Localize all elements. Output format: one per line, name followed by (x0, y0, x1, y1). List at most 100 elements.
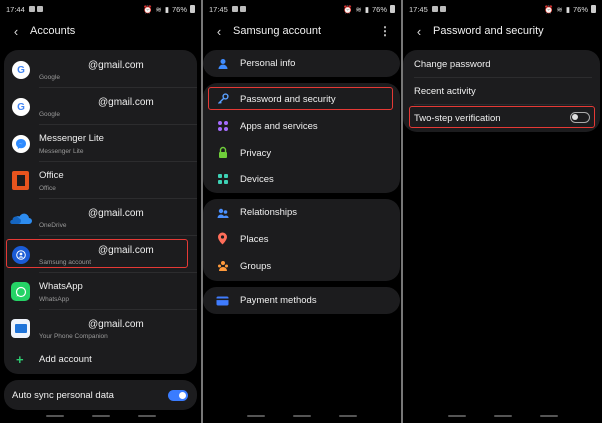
account-name: @gmail.com (98, 97, 154, 108)
change-password-item[interactable]: Change password (403, 50, 600, 77)
divider (39, 161, 197, 162)
item-label: Places (240, 234, 269, 245)
battery-level: 76% (572, 4, 588, 14)
header: ‹ Samsung account ⋮ (203, 20, 401, 42)
account-row-onedrive[interactable]: @gmail.com OneDrive (4, 202, 197, 235)
divider (39, 87, 197, 88)
plus-icon: + (16, 352, 24, 367)
item-label: Payment methods (240, 295, 317, 306)
account-row-your-phone-companion[interactable]: @gmail.com Your Phone Companion (4, 313, 197, 346)
alarm-icon: ⏰ (343, 4, 353, 14)
highlight-box (208, 87, 393, 110)
battery-level: 76% (171, 4, 187, 14)
groups-icon (216, 259, 229, 272)
wifi-icon: ≋ (155, 4, 162, 14)
settings-group-1: Personal info (203, 50, 400, 77)
account-row-whatsapp[interactable]: WhatsApp WhatsApp (4, 276, 197, 309)
personal-info-item[interactable]: Personal info (203, 50, 400, 77)
nav-bar (403, 415, 602, 421)
item-label: Privacy (240, 148, 272, 159)
devices-icon (216, 172, 229, 185)
payment-methods-item[interactable]: Payment methods (203, 287, 400, 314)
divider (39, 124, 197, 125)
account-name: Office (39, 170, 64, 181)
account-name: @gmail.com (88, 60, 144, 71)
back-arrow-icon[interactable]: ‹ (211, 24, 227, 39)
password-security-screen: 17:45 ⏰ ≋ ▮ 76% ‹ Password and security … (403, 0, 602, 423)
account-name: @gmail.com (88, 208, 144, 219)
alarm-icon: ⏰ (544, 4, 554, 14)
add-account-button[interactable]: + Add account (4, 350, 197, 370)
item-label: Devices (240, 174, 274, 185)
your-phone-icon (11, 319, 30, 338)
account-type: Your Phone Companion (39, 333, 108, 340)
wifi-icon: ≋ (355, 4, 362, 14)
groups-item[interactable]: Groups (203, 253, 400, 280)
recent-activity-item[interactable]: Recent activity (403, 77, 600, 104)
divider (39, 235, 197, 236)
accounts-list: G @gmail.com Google G @gmail.com Google … (4, 50, 197, 374)
samsung-account-screen: 17:45 ⏰ ≋ ▮ 76% ‹ Samsung account ⋮ Pers… (203, 0, 401, 423)
status-bar: 17:44 ⏰ ≋ ▮ 76% (6, 3, 195, 15)
back-arrow-icon[interactable]: ‹ (8, 24, 24, 39)
account-name: Messenger Lite (39, 133, 104, 144)
wifi-icon: ≋ (556, 4, 563, 14)
status-bar: 17:45 ⏰ ≋ ▮ 76% (409, 3, 596, 15)
add-account-label: Add account (39, 354, 92, 365)
alarm-icon: ⏰ (143, 4, 153, 14)
office-icon (12, 171, 29, 190)
places-item[interactable]: Places (203, 226, 400, 253)
lock-icon (216, 146, 229, 159)
messenger-icon (12, 135, 30, 153)
more-options-icon[interactable]: ⋮ (379, 24, 391, 38)
page-title: Samsung account (233, 25, 322, 37)
notification-icon (28, 6, 35, 12)
auto-sync-card: Auto sync personal data (4, 380, 197, 410)
accounts-screen: 17:44 ⏰ ≋ ▮ 76% ‹ Accounts G @gmail.com … (0, 0, 201, 423)
account-type: Office (39, 185, 56, 192)
onedrive-icon (10, 213, 32, 224)
divider (39, 272, 197, 273)
notification-icon (239, 6, 246, 12)
nav-bar (203, 415, 401, 421)
battery-icon (190, 5, 195, 13)
account-name: @gmail.com (88, 319, 144, 330)
status-time: 17:45 (209, 4, 228, 14)
account-row-google[interactable]: G @gmail.com Google (4, 54, 197, 87)
page-title: Password and security (433, 25, 544, 37)
relationships-item[interactable]: Relationships (203, 199, 400, 226)
back-arrow-icon[interactable]: ‹ (411, 24, 427, 39)
nav-bar (0, 415, 201, 421)
item-label: Recent activity (414, 86, 476, 97)
highlight-box (6, 239, 188, 268)
credit-card-icon (216, 294, 229, 307)
highlight-box (409, 106, 595, 128)
item-label: Apps and services (240, 121, 318, 132)
notification-icon (431, 6, 438, 12)
auto-sync-toggle[interactable] (168, 390, 188, 401)
settings-group-3: Relationships Places Groups (203, 199, 400, 281)
location-pin-icon (216, 232, 229, 245)
signal-icon: ▮ (364, 4, 369, 14)
privacy-item[interactable]: Privacy (203, 140, 400, 167)
account-type: WhatsApp (39, 296, 69, 303)
auto-sync-label: Auto sync personal data (12, 390, 114, 401)
notification-icon (36, 6, 43, 12)
devices-item[interactable]: Devices (203, 166, 400, 193)
notification-icon (231, 6, 238, 12)
account-row-office[interactable]: Office Office (4, 165, 197, 198)
settings-group-4: Payment methods (203, 287, 400, 314)
header: ‹ Accounts (0, 20, 201, 42)
account-row-messenger-lite[interactable]: Messenger Lite Messenger Lite (4, 128, 197, 161)
signal-icon: ▮ (565, 4, 570, 14)
item-label: Change password (414, 59, 491, 70)
battery-icon (591, 5, 596, 13)
account-row-google[interactable]: G @gmail.com Google (4, 91, 197, 124)
account-name: WhatsApp (39, 281, 83, 292)
battery-icon (390, 5, 395, 13)
status-time: 17:45 (409, 4, 428, 14)
relationships-icon (216, 206, 229, 219)
account-type: Google (39, 111, 60, 118)
apps-services-item[interactable]: Apps and services (203, 113, 400, 140)
battery-level: 76% (371, 4, 387, 14)
